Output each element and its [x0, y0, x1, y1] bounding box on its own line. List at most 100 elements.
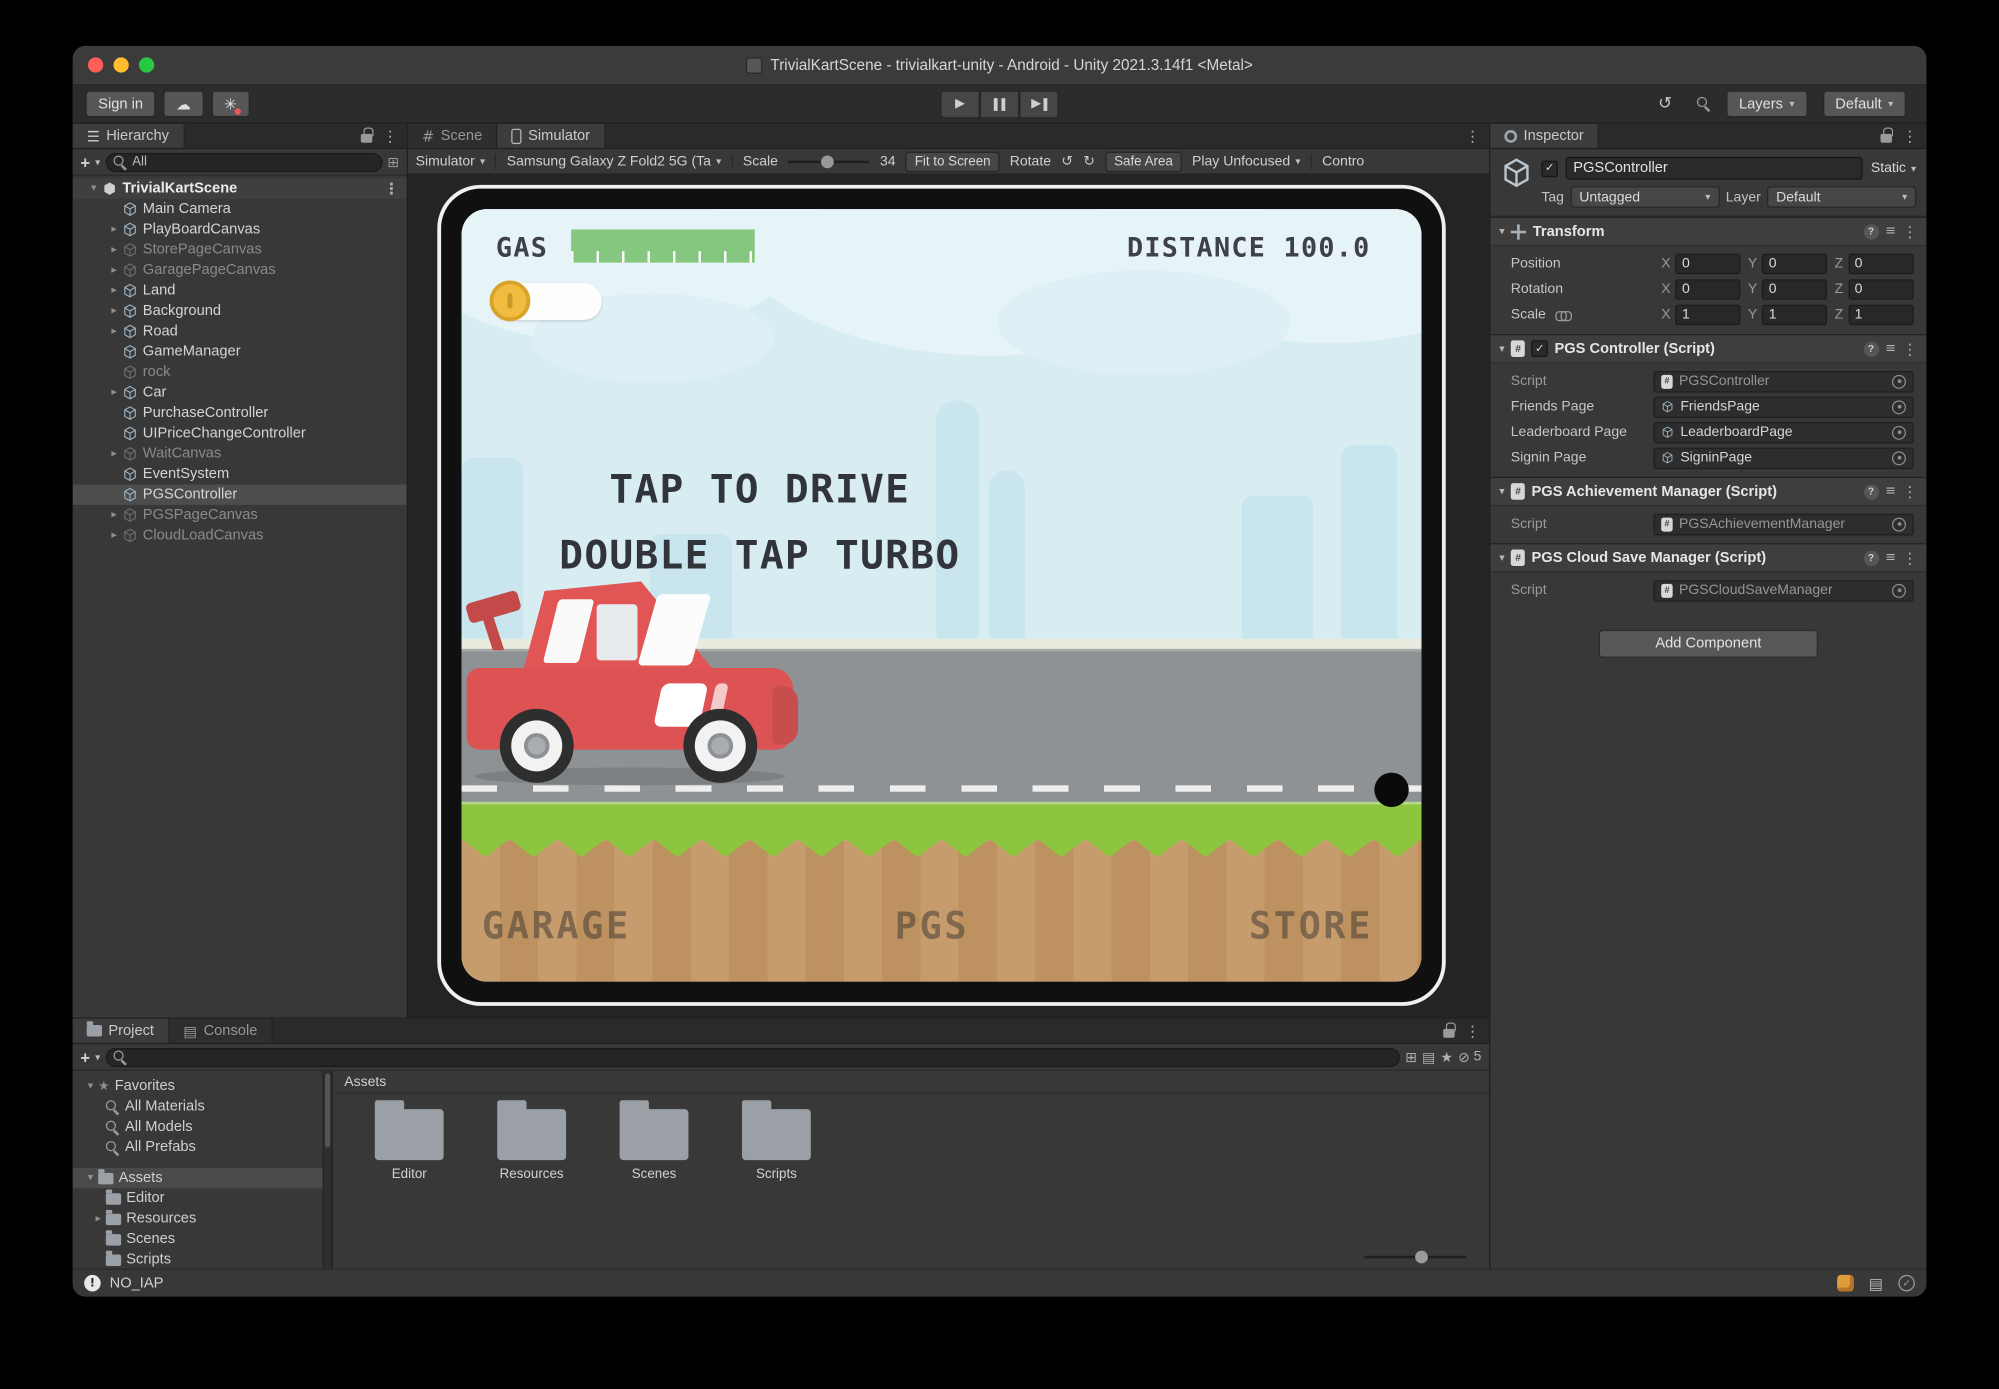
hierarchy-item[interactable]: ▸ PGSPageCanvas	[73, 505, 407, 525]
hidden-packages-count[interactable]: ⊘5	[1458, 1049, 1481, 1066]
project-search-input[interactable]	[132, 1049, 1392, 1064]
component-header[interactable]: ▾ # PGS Cloud Save Manager (Script) ? ≡ …	[1490, 544, 1926, 572]
script-object-field[interactable]: # PGSAchievementManager	[1654, 513, 1914, 535]
folder-item[interactable]: ▸ Resources	[73, 1209, 323, 1229]
hierarchy-item[interactable]: ▸ Background	[73, 301, 407, 321]
garage-button[interactable]: GARAGE	[482, 904, 631, 947]
tree-scrollbar[interactable]	[323, 1071, 332, 1269]
object-picker-icon[interactable]	[1892, 374, 1906, 388]
tab-inspector[interactable]: Inspector	[1490, 124, 1599, 148]
object-field[interactable]: SigninPage	[1654, 447, 1914, 469]
expand-arrow-icon[interactable]: ▸	[106, 284, 123, 297]
expand-arrow-icon[interactable]: ▸	[106, 447, 123, 460]
project-search[interactable]	[105, 1047, 1400, 1066]
hierarchy-item[interactable]: rock	[73, 362, 407, 382]
component-menu-icon[interactable]: ⋮	[1902, 222, 1917, 240]
pgs-button[interactable]: PGS	[895, 904, 969, 947]
scene-menu-icon[interactable]: ⋮	[384, 180, 407, 198]
sign-in-button[interactable]: Sign in	[85, 91, 155, 118]
object-field[interactable]: FriendsPage	[1654, 396, 1914, 418]
script-object-field[interactable]: # PGSCloudSaveManager	[1654, 579, 1914, 601]
presets-icon[interactable]: ≡	[1885, 342, 1896, 356]
lock-icon[interactable]	[1443, 1029, 1454, 1038]
presets-icon[interactable]: ≡	[1885, 484, 1896, 498]
foldout-arrow-icon[interactable]: ▾	[1499, 225, 1504, 238]
component-menu-icon[interactable]: ⋮	[1902, 549, 1917, 567]
foldout-arrow-icon[interactable]: ▾	[1499, 485, 1504, 498]
folder-item[interactable]: Scenes	[73, 1229, 323, 1249]
warning-icon[interactable]: !	[84, 1275, 101, 1292]
object-picker-icon[interactable]	[1892, 583, 1906, 597]
simulator-mode-dropdown[interactable]: Simulator ▾	[416, 154, 485, 169]
version-control-button[interactable]: ✳	[211, 91, 249, 118]
rotate-ccw-icon[interactable]: ↺	[1061, 153, 1073, 170]
minimize-window-button[interactable]	[113, 57, 128, 72]
expand-arrow-icon[interactable]: ▾	[83, 1080, 98, 1093]
asset-folder[interactable]: Resources	[483, 1109, 580, 1182]
folder-item[interactable]: Editor	[73, 1188, 323, 1208]
expand-arrow-icon[interactable]: ▸	[106, 529, 123, 542]
hierarchy-item[interactable]: ▸ Car	[73, 382, 407, 402]
hierarchy-item[interactable]: Main Camera	[73, 199, 407, 219]
close-window-button[interactable]	[88, 57, 103, 72]
cloud-build-icon[interactable]	[1837, 1275, 1854, 1292]
pause-button[interactable]	[980, 90, 1020, 118]
hierarchy-item[interactable]: UIPriceChangeController	[73, 423, 407, 443]
step-button[interactable]: ▶	[1019, 90, 1059, 118]
folder-item[interactable]: Scripts	[73, 1249, 323, 1268]
safe-area-button[interactable]: Safe Area	[1105, 151, 1182, 171]
hierarchy-item[interactable]: ▸ PlayBoardCanvas	[73, 219, 407, 239]
layout-dropdown[interactable]: Default ▾	[1823, 91, 1906, 118]
search-by-import-icon[interactable]: ⊞	[1405, 1049, 1417, 1066]
rotation-x-field[interactable]: 0	[1676, 279, 1741, 299]
device-dropdown[interactable]: Samsung Galaxy Z Fold2 5G (Ta ▾	[507, 154, 721, 169]
expand-arrow-icon[interactable]: ▸	[106, 325, 123, 338]
favorite-item[interactable]: All Models	[73, 1117, 323, 1137]
game-screen[interactable]: GAS DISTANCE 100.0 TAP TO DRIVE DOUBLE T…	[462, 209, 1422, 982]
expand-arrow-icon[interactable]: ▾	[85, 182, 102, 195]
help-icon[interactable]: ?	[1863, 341, 1878, 356]
component-header[interactable]: ▾ Transform ? ≡ ⋮	[1490, 218, 1926, 246]
cloud-services-button[interactable]: ☁	[163, 91, 203, 118]
rotation-y-field[interactable]: 0	[1762, 279, 1827, 299]
play-button[interactable]: ▶	[940, 90, 980, 118]
rotate-cw-icon[interactable]: ↻	[1083, 153, 1095, 170]
progress-check-icon[interactable]: ✓	[1898, 1275, 1915, 1292]
enabled-checkbox[interactable]: ✓	[1532, 340, 1549, 357]
scrollbar-thumb[interactable]	[325, 1073, 330, 1147]
chevron-down-icon[interactable]: ▾	[95, 156, 100, 167]
component-menu-icon[interactable]: ⋮	[1902, 483, 1917, 501]
favorite-item[interactable]: All Materials	[73, 1096, 323, 1116]
expand-arrow-icon[interactable]: ▸	[106, 223, 123, 236]
object-name-field[interactable]	[1566, 157, 1864, 180]
panel-menu-icon[interactable]: ⋮	[382, 127, 397, 145]
tab-scene[interactable]: # Scene	[408, 124, 498, 148]
add-component-button[interactable]: Add Component	[1599, 630, 1818, 658]
coin-toggle[interactable]	[492, 283, 602, 320]
component-header[interactable]: ▾ # PGS Achievement Manager (Script) ? ≡…	[1490, 478, 1926, 506]
expand-arrow-icon[interactable]: ▸	[106, 386, 123, 399]
constrain-proportions-icon[interactable]	[1555, 310, 1568, 320]
tab-console[interactable]: ▤ Console	[169, 1019, 272, 1043]
position-z-field[interactable]: 0	[1848, 254, 1913, 274]
search-everywhere-button[interactable]	[1688, 90, 1719, 118]
thumbnail-zoom-slider[interactable]	[1364, 1256, 1466, 1259]
position-x-field[interactable]: 0	[1676, 254, 1741, 274]
create-object-button[interactable]: +	[80, 152, 90, 171]
foldout-arrow-icon[interactable]: ▾	[1499, 342, 1504, 355]
tab-simulator[interactable]: Simulator	[498, 124, 606, 148]
component-header[interactable]: ▾ # ✓ PGS Controller (Script) ? ≡ ⋮	[1490, 335, 1926, 363]
scale-y-field[interactable]: 1	[1762, 305, 1827, 325]
presets-icon[interactable]: ≡	[1885, 551, 1896, 565]
play-unfocused-dropdown[interactable]: Play Unfocused ▾	[1192, 154, 1300, 169]
panel-menu-icon[interactable]: ⋮	[1902, 127, 1917, 145]
console-activity-icon[interactable]: ▤	[1869, 1274, 1883, 1292]
rotation-z-field[interactable]: 0	[1848, 279, 1913, 299]
script-object-field[interactable]: # PGSController	[1654, 370, 1914, 392]
maximize-window-button[interactable]	[139, 57, 154, 72]
foldout-arrow-icon[interactable]: ▾	[1499, 551, 1504, 564]
scale-slider[interactable]	[788, 160, 870, 163]
undo-history-button[interactable]: ↺	[1650, 90, 1681, 118]
tab-project[interactable]: Project	[73, 1019, 170, 1043]
object-picker-icon[interactable]	[1892, 517, 1906, 531]
